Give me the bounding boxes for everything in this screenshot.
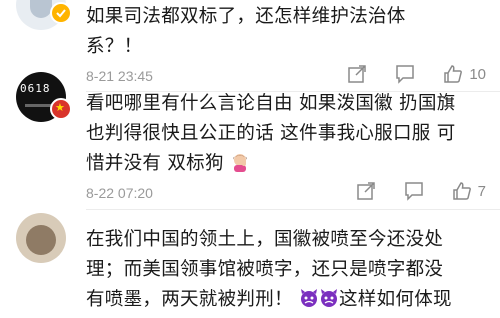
comment-item-3: 在我们中国的领土上，国徽被喷至今还没处 理；而美国领事馆被喷字，还只是喷字都没 … [0,0,500,313]
avatar[interactable] [16,213,66,263]
angry-devil-icon [319,288,339,318]
comment-text: 在我们中国的领土上，国徽被喷至今还没处 理；而美国领事馆被喷字，还只是喷字都没 … [86,225,486,318]
angry-devil-icon [299,288,319,318]
